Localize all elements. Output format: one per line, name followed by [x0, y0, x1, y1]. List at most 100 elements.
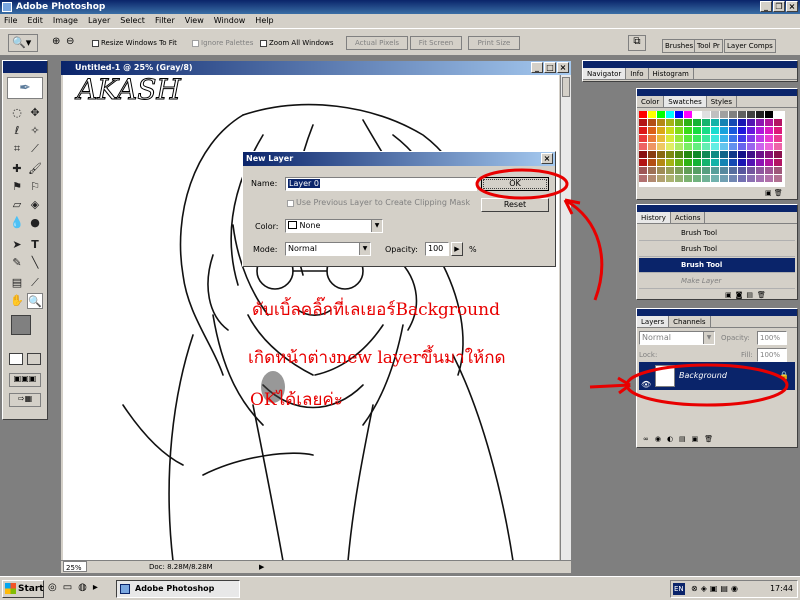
move-tool-icon[interactable]: ✥ [27, 105, 43, 121]
swatch-cell[interactable] [756, 159, 764, 166]
palette-tab-tool-presets[interactable]: Tool Pr [694, 39, 723, 53]
tab-channels[interactable]: Channels [669, 316, 711, 327]
swatch-cell[interactable] [693, 135, 701, 142]
swatch-cell[interactable] [675, 143, 683, 150]
crop-tool-icon[interactable]: ⌗ [9, 141, 25, 157]
mode-select[interactable]: Normal ▼ [285, 242, 371, 256]
swatch-cell[interactable] [738, 111, 746, 118]
magic-wand-icon[interactable]: ✧ [27, 123, 43, 139]
swatch-cell[interactable] [684, 159, 692, 166]
swatch-cell[interactable] [774, 111, 782, 118]
tab-layers[interactable]: Layers [637, 316, 670, 327]
swatch-grid[interactable] [639, 111, 785, 187]
swatch-cell[interactable] [756, 175, 764, 182]
swatch-cell[interactable] [738, 167, 746, 174]
actual-pixels-button[interactable]: Actual Pixels [346, 36, 408, 50]
swatch-cell[interactable] [702, 119, 710, 126]
history-actions-icons[interactable]: ▣◙▤🗑 [725, 291, 770, 299]
swatch-cell[interactable] [702, 127, 710, 134]
swatch-cell[interactable] [675, 127, 683, 134]
swatch-cell[interactable] [711, 167, 719, 174]
swatch-cell[interactable] [720, 175, 728, 182]
swatch-cell[interactable] [756, 143, 764, 150]
doc-maximize-button[interactable]: □ [544, 62, 556, 73]
zoom-tool-icon[interactable]: 🔍 [27, 293, 43, 309]
swatch-cell[interactable] [765, 111, 773, 118]
vertical-scrollbar[interactable] [560, 75, 571, 561]
swatch-cell[interactable] [657, 159, 665, 166]
swatch-cell[interactable] [693, 127, 701, 134]
dialog-close-button[interactable]: × [541, 153, 553, 164]
swatch-cell[interactable] [639, 175, 647, 182]
history-brush-icon[interactable]: ⚐ [27, 179, 43, 195]
print-size-button[interactable]: Print Size [468, 36, 520, 50]
lasso-tool-icon[interactable]: ℓ [9, 123, 25, 139]
swatch-cell[interactable] [738, 127, 746, 134]
swatch-cell[interactable] [648, 119, 656, 126]
swatch-cell[interactable] [639, 135, 647, 142]
file-browser-icon[interactable]: ⧉ [628, 35, 646, 51]
swatch-cell[interactable] [684, 135, 692, 142]
swatch-cell[interactable] [693, 151, 701, 158]
tab-styles[interactable]: Styles [707, 96, 737, 107]
swatch-cell[interactable] [684, 175, 692, 182]
tab-actions[interactable]: Actions [671, 212, 706, 223]
swatch-cell[interactable] [684, 119, 692, 126]
swatch-cell[interactable] [675, 159, 683, 166]
tab-history[interactable]: History [637, 212, 671, 223]
swatch-cell[interactable] [774, 143, 782, 150]
swatch-cell[interactable] [747, 111, 755, 118]
paint-bucket-icon[interactable]: ◈ [27, 197, 43, 213]
swatch-cell[interactable] [774, 127, 782, 134]
swatch-cell[interactable] [765, 143, 773, 150]
swatch-cell[interactable] [738, 143, 746, 150]
swatch-cell[interactable] [747, 159, 755, 166]
new-swatch-icon[interactable]: ▣ 🗑 [765, 189, 783, 197]
swatch-cell[interactable] [729, 119, 737, 126]
history-item[interactable]: Brush Tool [639, 226, 795, 241]
swatch-cell[interactable] [702, 167, 710, 174]
language-indicator[interactable]: EN [673, 583, 685, 595]
layer-row-background[interactable]: 👁 Background 🔒 [639, 362, 795, 390]
swatch-cell[interactable] [747, 119, 755, 126]
quick-mask-icon[interactable] [27, 353, 41, 365]
menu-view[interactable]: View [185, 14, 204, 28]
swatch-cell[interactable] [747, 127, 755, 134]
tab-color[interactable]: Color [637, 96, 665, 107]
ignore-palettes-checkbox[interactable]: Ignore Palettes [192, 38, 253, 48]
swatch-cell[interactable] [675, 151, 683, 158]
line-tool-icon[interactable]: ╲ [27, 255, 43, 271]
swatch-cell[interactable] [738, 159, 746, 166]
swatch-cell[interactable] [702, 151, 710, 158]
swatch-cell[interactable] [666, 111, 674, 118]
swatch-cell[interactable] [747, 135, 755, 142]
swatch-cell[interactable] [693, 175, 701, 182]
swatch-cell[interactable] [675, 111, 683, 118]
screen-mode-icons[interactable]: ▣▣▣ [9, 373, 41, 387]
swatch-cell[interactable] [774, 167, 782, 174]
swatch-cell[interactable] [774, 159, 782, 166]
swatch-cell[interactable] [657, 167, 665, 174]
swatch-cell[interactable] [639, 127, 647, 134]
zoom-in-icon[interactable]: ⊕ [52, 36, 60, 47]
swatch-cell[interactable] [765, 151, 773, 158]
swatch-cell[interactable] [738, 135, 746, 142]
swatch-cell[interactable] [648, 127, 656, 134]
swatch-cell[interactable] [684, 111, 692, 118]
swatch-cell[interactable] [684, 151, 692, 158]
marquee-tool-icon[interactable]: ◌ [9, 105, 25, 121]
swatch-cell[interactable] [774, 135, 782, 142]
swatch-cell[interactable] [648, 151, 656, 158]
eyedropper-icon[interactable]: ⟋ [27, 275, 43, 291]
hand-tool-icon[interactable]: ✋ [9, 293, 25, 309]
swatch-cell[interactable] [648, 175, 656, 182]
menu-layer[interactable]: Layer [88, 14, 110, 28]
brush-tool-icon[interactable]: 🖌 [27, 161, 43, 177]
zoom-tool-preset-button[interactable]: 🔍▾ [8, 34, 38, 52]
swatch-cell[interactable] [666, 151, 674, 158]
opacity-slider-arrow-icon[interactable]: ▶ [451, 242, 463, 256]
tray-icons[interactable]: ⊗◈▣▤◉ [691, 581, 741, 597]
clipping-mask-checkbox[interactable]: Use Previous Layer to Create Clipping Ma… [287, 198, 470, 208]
reset-button[interactable]: Reset [481, 198, 549, 212]
blend-mode-select[interactable]: Normal ▼ [639, 331, 715, 345]
